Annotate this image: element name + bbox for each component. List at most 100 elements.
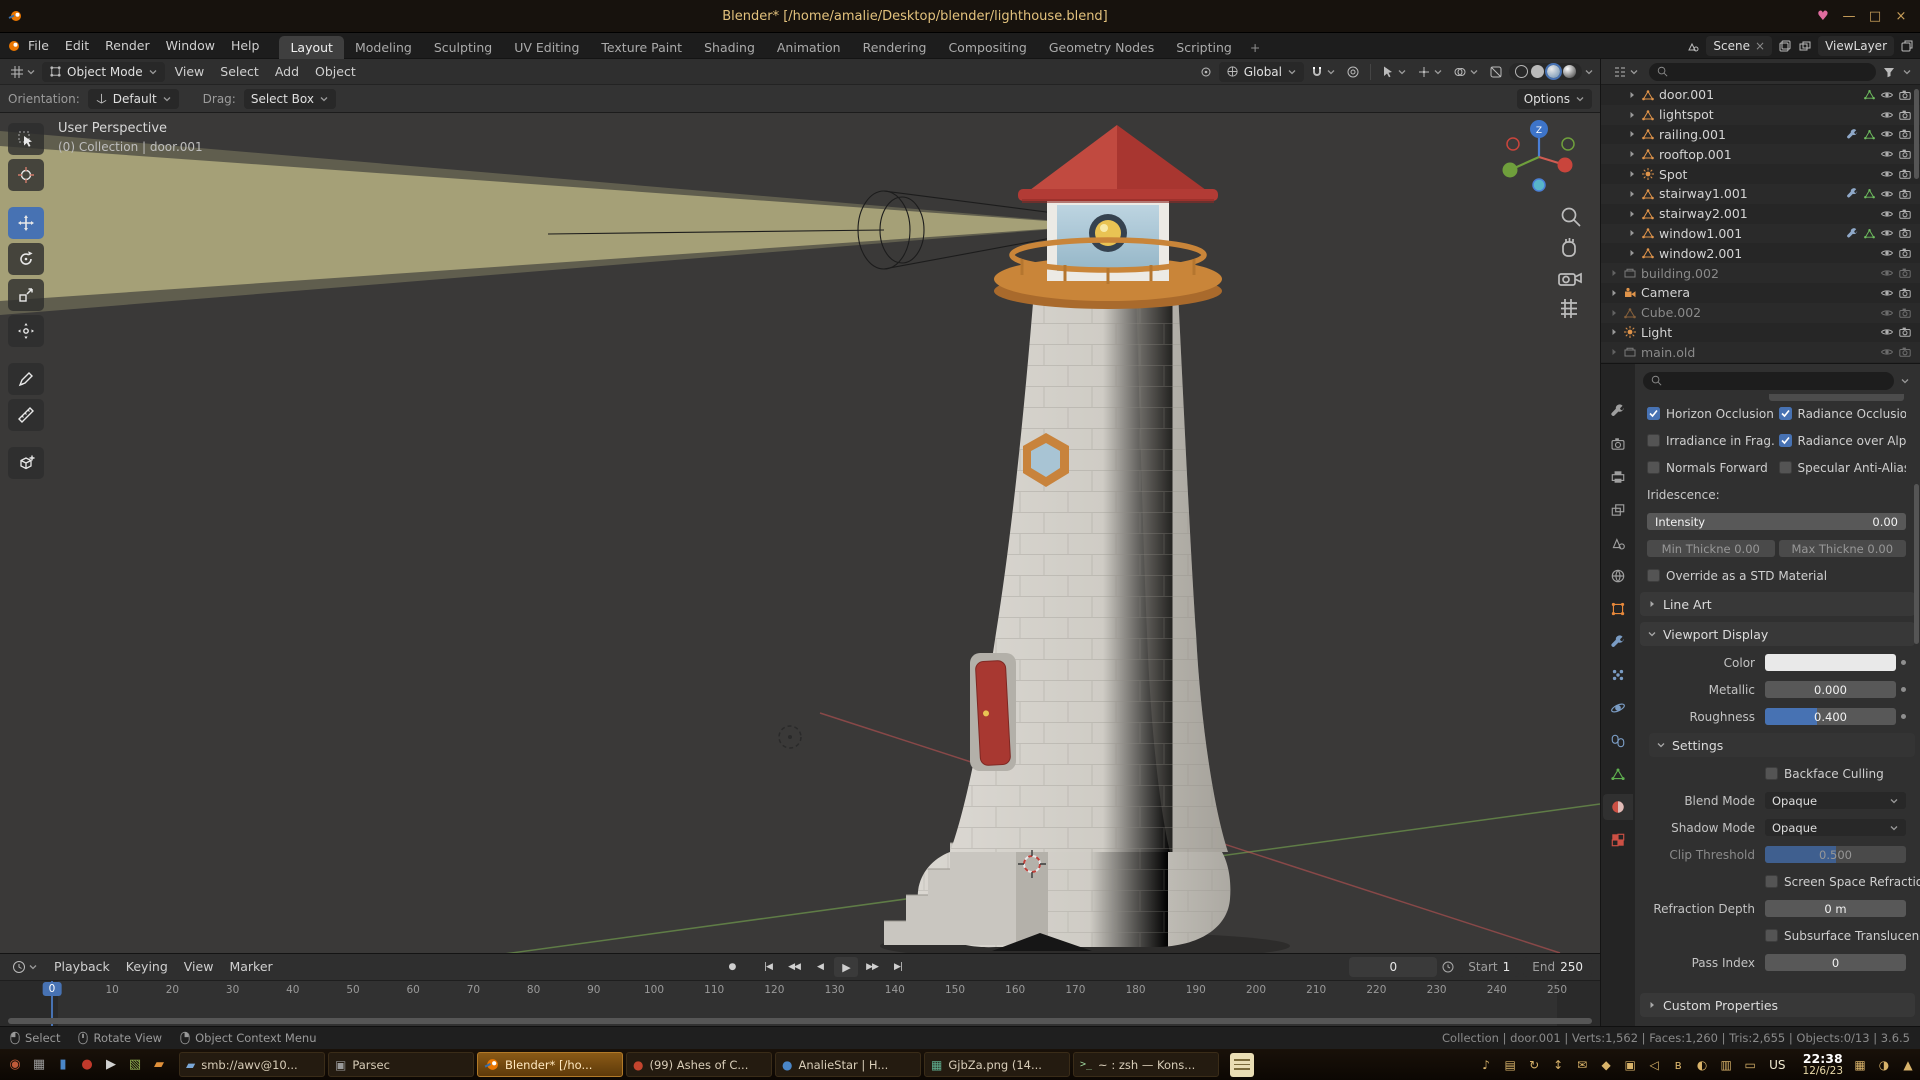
next-keyframe-button[interactable]: ▶▶: [860, 957, 884, 977]
slider-refraction-depth[interactable]: 0 m: [1765, 900, 1906, 917]
transform-orientation-selector[interactable]: Global: [1219, 62, 1304, 82]
play-button[interactable]: ▶: [834, 957, 858, 977]
outliner-item-building-002[interactable]: building.002: [1601, 263, 1920, 283]
outliner-item-light[interactable]: Light: [1601, 323, 1920, 343]
viewport-menu-object[interactable]: Object: [307, 59, 364, 85]
workspace-tab-rendering[interactable]: Rendering: [852, 36, 938, 59]
outliner-item-window2-001[interactable]: window2.001: [1601, 243, 1920, 263]
gizmo-y-neg[interactable]: [1562, 138, 1574, 150]
tool-add-cube[interactable]: [8, 447, 44, 479]
checkbox[interactable]: [1765, 875, 1778, 888]
outliner-item-railing-001[interactable]: railing.001: [1601, 125, 1920, 145]
panel-header-settings[interactable]: Settings: [1649, 733, 1915, 757]
chevron-down-icon[interactable]: [1900, 376, 1910, 386]
menu-render[interactable]: Render: [97, 33, 158, 59]
checkbox-field-normals-forward[interactable]: Normals Forward: [1647, 461, 1775, 475]
outliner-item-rooftop-001[interactable]: rooftop.001: [1601, 144, 1920, 164]
outliner-item-lightspot[interactable]: lightspot: [1601, 105, 1920, 125]
tool-scale[interactable]: [8, 279, 44, 311]
app-launcher-icon[interactable]: ◉: [4, 1054, 26, 1076]
shading-wireframe-button[interactable]: [1515, 65, 1528, 78]
overlays-toggle[interactable]: [1449, 62, 1483, 82]
tool-rotate[interactable]: [8, 243, 44, 275]
maximize-button[interactable]: □: [1864, 5, 1886, 27]
tool-annotate[interactable]: [8, 363, 44, 395]
outliner-item-window1-001[interactable]: window1.001: [1601, 224, 1920, 244]
new-scene-icon[interactable]: [1778, 39, 1792, 53]
viewport-menu-view[interactable]: View: [167, 59, 213, 85]
workspace-tab-compositing[interactable]: Compositing: [937, 36, 1037, 59]
blender-menu-icon[interactable]: [6, 39, 20, 53]
color-swatch[interactable]: [1765, 654, 1896, 671]
properties-search-input[interactable]: [1643, 372, 1894, 390]
taskbar-window-analiestar-h[interactable]: ●AnalieStar | H...: [775, 1052, 921, 1077]
outliner-item-cube-002[interactable]: Cube.002: [1601, 303, 1920, 323]
properties-tab-view-layer[interactable]: [1603, 497, 1633, 523]
dropdown-blend-mode[interactable]: Opaque: [1765, 792, 1906, 809]
minimize-button[interactable]: —: [1838, 5, 1860, 27]
mail-tray-icon[interactable]: ✉: [1574, 1058, 1590, 1072]
checkbox-field-screen-space-refraction[interactable]: Screen Space Refraction: [1765, 875, 1920, 889]
properties-tab-material[interactable]: [1603, 794, 1633, 820]
outliner-item-camera[interactable]: Camera: [1601, 283, 1920, 303]
gizmo-x-neg[interactable]: [1507, 138, 1519, 150]
slider-intensity[interactable]: Intensity0.00: [1647, 513, 1906, 530]
panel-header-viewport-display[interactable]: Viewport Display: [1640, 622, 1915, 646]
animate-dot[interactable]: [1901, 660, 1906, 665]
properties-tab-object-data[interactable]: [1603, 761, 1633, 787]
tool-measure[interactable]: [8, 399, 44, 431]
clock-widget[interactable]: 22:38 12/6/23: [1803, 1052, 1843, 1078]
properties-tab-constraints[interactable]: [1603, 728, 1633, 754]
editor-type-button[interactable]: [6, 62, 40, 82]
animate-dot[interactable]: [1901, 687, 1906, 692]
selectability-visibility-button[interactable]: [1377, 62, 1411, 82]
checkbox-field-horizon-occlusion[interactable]: Horizon Occlusion: [1647, 407, 1775, 421]
drag-setting-dropdown[interactable]: Select Box: [244, 89, 336, 109]
jump-end-button[interactable]: ▶|: [886, 957, 910, 977]
tool-select-box[interactable]: [8, 123, 44, 155]
timeline-editor-type-button[interactable]: [8, 957, 42, 977]
checkbox-field-override-as-a-std-material[interactable]: Override as a STD Material: [1647, 569, 1906, 583]
orientation-setting-dropdown[interactable]: Default: [88, 89, 179, 109]
viewport-menu-add[interactable]: Add: [267, 59, 307, 85]
taskbar-window-99-ashes-of-c[interactable]: ●(99) Ashes of C...: [626, 1052, 772, 1077]
display-tray-icon[interactable]: ▤: [1502, 1058, 1518, 1072]
checkbox-field-radiance-occlusion[interactable]: Radiance Occlusion: [1779, 407, 1907, 421]
slider-roughness[interactable]: 0.400: [1765, 708, 1896, 725]
updates-tray-icon[interactable]: ↻: [1526, 1058, 1542, 1072]
timeline-menu-marker[interactable]: Marker: [221, 954, 280, 980]
tool-cursor[interactable]: [8, 159, 44, 191]
media-player-icon[interactable]: ▶: [100, 1054, 122, 1076]
checkbox-field-specular-anti-alias[interactable]: Specular Anti-Alias...: [1779, 461, 1907, 475]
panel-header-line-art[interactable]: Line Art: [1640, 592, 1915, 616]
chevron-down-icon[interactable]: [1584, 67, 1594, 77]
menu-window[interactable]: Window: [158, 33, 223, 59]
slider-min-thickne[interactable]: Min Thickne 0.00: [1647, 540, 1775, 557]
animate-dot[interactable]: [1901, 714, 1906, 719]
workspace-tab-layout[interactable]: Layout: [279, 36, 344, 59]
checkbox[interactable]: [1647, 569, 1660, 582]
shading-solid-button[interactable]: [1531, 65, 1544, 78]
xray-toggle[interactable]: [1485, 62, 1507, 82]
door-object[interactable]: [975, 660, 1010, 765]
auto-key-button[interactable]: ●: [720, 957, 744, 977]
jump-start-button[interactable]: |◀: [756, 957, 780, 977]
file-manager-icon[interactable]: ▮: [52, 1054, 74, 1076]
taskbar-window-parsec[interactable]: ▣Parsec: [328, 1052, 474, 1077]
clipboard-tray-icon[interactable]: ▣: [1622, 1058, 1638, 1072]
close-button[interactable]: ×: [1890, 5, 1912, 27]
shading-material-button[interactable]: [1547, 65, 1560, 78]
checkbox[interactable]: [1779, 434, 1792, 447]
gizmos-toggle[interactable]: [1413, 62, 1447, 82]
checkbox[interactable]: [1647, 434, 1660, 447]
checkbox[interactable]: [1765, 929, 1778, 942]
workspace-tab-scripting[interactable]: Scripting: [1165, 36, 1243, 59]
properties-scrollbar[interactable]: [1914, 484, 1919, 644]
outliner-editor-type-button[interactable]: [1609, 62, 1643, 82]
timeline-menu-keying[interactable]: Keying: [118, 954, 176, 980]
3d-viewport-canvas[interactable]: Z: [0, 113, 1600, 953]
start-frame-field[interactable]: Start 1: [1459, 957, 1519, 977]
unlink-scene-icon[interactable]: ×: [1755, 39, 1765, 53]
viewlayer-selector[interactable]: ViewLayer: [1818, 36, 1894, 56]
workspace-tab-geometry-nodes[interactable]: Geometry Nodes: [1038, 36, 1165, 59]
